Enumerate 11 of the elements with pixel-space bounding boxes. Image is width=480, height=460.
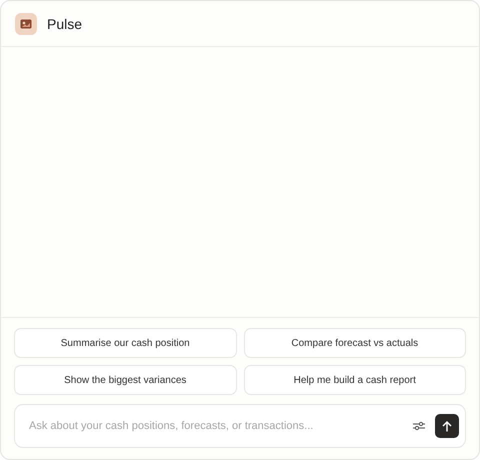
send-button[interactable] [435,414,459,438]
settings-icon[interactable] [413,421,425,431]
logo-icon [15,12,37,34]
message-input[interactable]: Ask about your cash positions, forecasts, or transactions... [27,419,403,433]
app-title: Pulse [47,16,82,32]
suggestion-button[interactable]: Help me build a cash report [244,365,466,395]
suggestion-button[interactable]: Compare forecast vs actuals [244,328,466,358]
suggestion-button[interactable]: Summarise our cash position [14,328,236,358]
suggestion-button[interactable]: Show the biggest variances [14,365,236,395]
composer-box[interactable]: Ask about your cash positions, forecasts, or transactions... [14,404,466,448]
arrow-up-icon [442,420,452,432]
